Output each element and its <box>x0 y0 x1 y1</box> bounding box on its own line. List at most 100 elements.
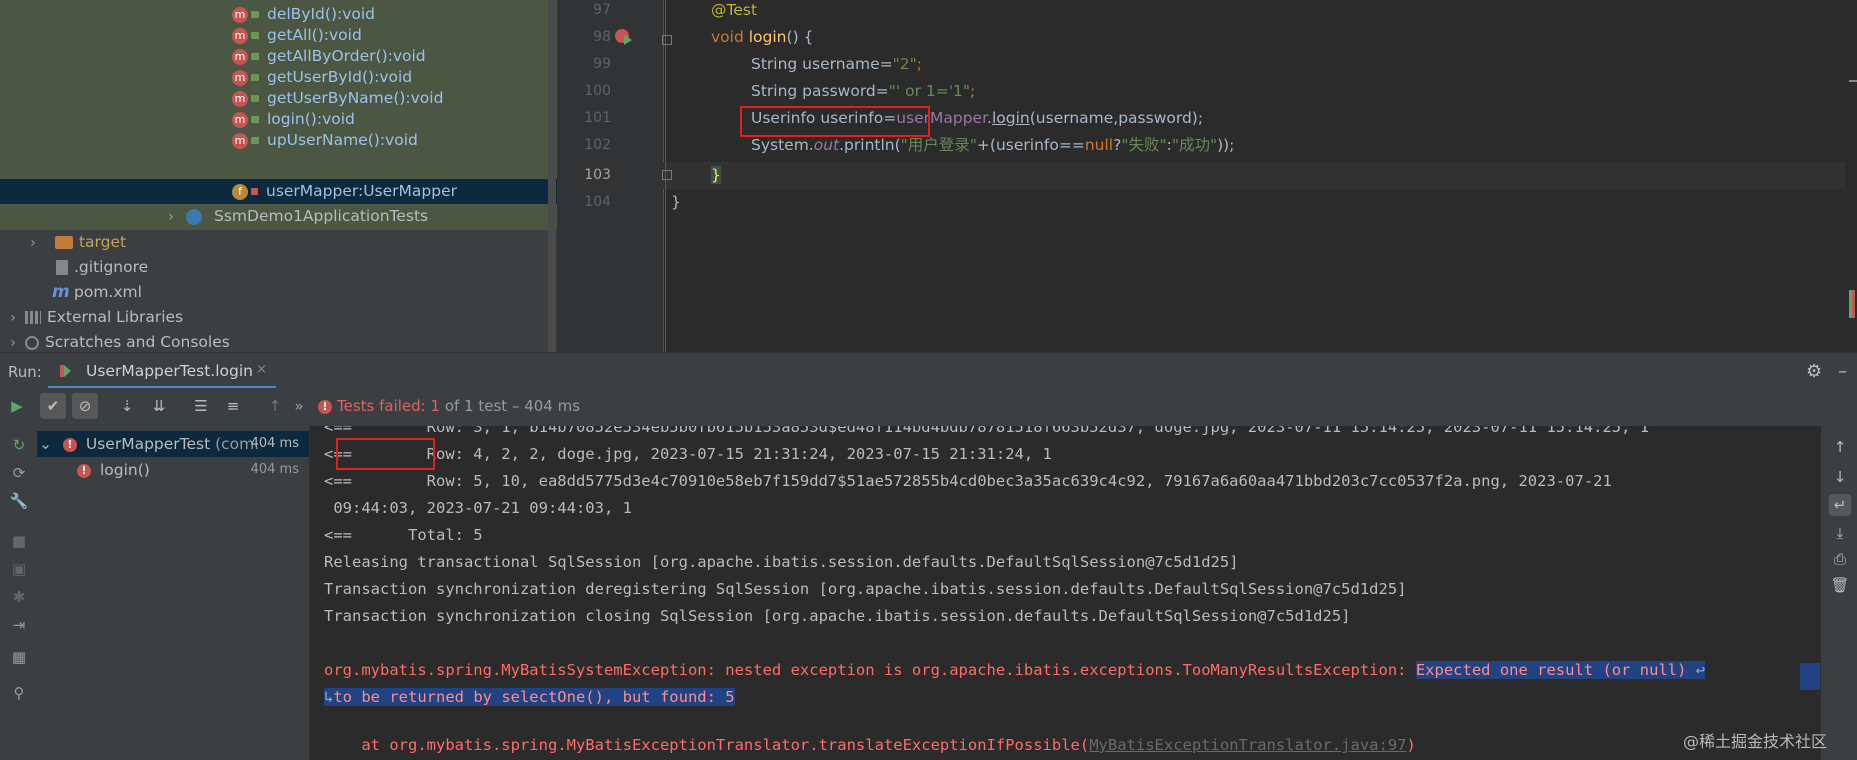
chevron-down-icon[interactable]: ⌄ <box>39 435 52 453</box>
camera-icon[interactable]: ▣ <box>8 558 30 580</box>
string-literal: "用户登录" <box>900 136 977 154</box>
file-label: .gitignore <box>74 258 149 276</box>
watermark-text: @稀土掘金技术社区 <box>1683 732 1828 751</box>
more-icon[interactable]: » <box>286 393 312 419</box>
semicolon: ; <box>969 82 976 100</box>
console-side-toolbar: ↑ ↓ ↵ ⤓ ⎙ 🗑 <box>1821 426 1857 760</box>
public-icon <box>251 32 259 39</box>
exit-icon[interactable]: ⇥ <box>8 614 30 636</box>
string-literal: "失败" <box>1121 136 1167 154</box>
print-icon[interactable]: ⎙ <box>1829 548 1851 570</box>
tree-scrollbar[interactable] <box>548 0 556 352</box>
maven-icon: m <box>52 282 70 302</box>
class-label: SsmDemo1ApplicationTests <box>214 207 429 225</box>
previous-failed-icon[interactable]: ↑ <box>262 393 288 419</box>
console-line-total: <== Total: 5 <box>324 526 483 544</box>
fold-icon[interactable] <box>662 35 672 45</box>
tree-scratches[interactable]: › Scratches and Consoles <box>6 330 230 352</box>
code-text: () { <box>786 28 814 46</box>
private-lock-icon <box>251 188 258 195</box>
method-label: getUserById():void <box>267 68 413 86</box>
console-line: Transaction synchronization closing SqlS… <box>324 607 1351 625</box>
bug-icon[interactable]: ✱ <box>8 586 30 608</box>
public-icon <box>251 74 259 81</box>
status-prefix: Tests failed: <box>337 397 431 415</box>
tree-external-libraries[interactable]: › External Libraries <box>6 305 183 330</box>
tree-method-upusername[interactable]: m upUserName():void <box>232 128 418 153</box>
chevron-right-icon[interactable]: › <box>164 205 178 230</box>
sort-by-duration-icon[interactable]: ⇊ <box>146 393 172 419</box>
editor-gutter[interactable]: 97 98 99 100 101 102 103 104 <box>557 0 664 352</box>
error-icon: ! <box>318 400 332 414</box>
public-icon <box>251 11 259 18</box>
code-text: +(userinfo== <box>976 136 1085 154</box>
pin-icon[interactable]: ⚲ <box>8 682 30 704</box>
line-number: 102 <box>584 137 611 153</box>
run-tool-window-header: Run: UserMapperTest.login × ⚙ – <box>0 352 1857 389</box>
expand-all-icon[interactable]: ☰ <box>188 393 214 419</box>
scroll-to-end-icon[interactable]: ⤓ <box>1829 522 1851 544</box>
line-number: 104 <box>584 194 611 210</box>
selected-text: to be returned by selectOne(), but found… <box>333 688 735 706</box>
scroll-down-icon[interactable]: ↓ <box>1829 466 1851 488</box>
layout-icon[interactable]: ▦ <box>8 646 30 668</box>
folder-icon <box>54 236 73 249</box>
stop-icon[interactable]: ■ <box>8 530 30 552</box>
run-tab-label: UserMapperTest.login <box>86 362 253 380</box>
soft-wrap-toggle-icon[interactable]: ↵ <box>1829 494 1851 516</box>
line-number: 98 <box>593 29 611 45</box>
fold-icon[interactable] <box>662 170 672 180</box>
string-literal: "成功" <box>1171 136 1218 154</box>
console-output[interactable]: <== Row: 3, 1, b14b70852e534eb5b0fb615b1… <box>310 426 1820 760</box>
field-icon: f <box>232 183 248 200</box>
file-label: pom.xml <box>74 283 142 301</box>
scroll-up-icon[interactable]: ↑ <box>1829 436 1851 458</box>
code-line-97: @Test <box>711 0 757 24</box>
code-line-99: String username="2"; <box>751 51 922 78</box>
semicolon: ; <box>916 55 923 73</box>
exception-line: org.mybatis.spring.MyBatisSystemExceptio… <box>324 657 1706 684</box>
stack-trace-line: at org.mybatis.spring.MyBatisExceptionTr… <box>324 732 1416 759</box>
project-tree: m delById():void m getAll():void m getAllBy… <box>0 0 557 352</box>
library-label: External Libraries <box>46 308 184 326</box>
failed-test-icon: ! <box>62 437 77 452</box>
tree-class-ssmdemo1applicationtests[interactable]: › SsmDemo1ApplicationTests <box>164 204 428 229</box>
clear-all-icon[interactable]: 🗑 <box>1829 574 1851 596</box>
public-icon <box>251 116 259 123</box>
show-ignored-icon[interactable]: ⊘ <box>72 393 98 419</box>
chevron-right-icon[interactable]: › <box>6 306 20 331</box>
tree-file-gitignore[interactable]: .gitignore <box>56 255 148 280</box>
tree-file-pom[interactable]: m pom.xml <box>52 280 142 305</box>
rerun-icon[interactable]: ▶ <box>4 393 30 419</box>
editor-stripe-mark-red <box>1852 290 1855 318</box>
method-label: getAll():void <box>267 26 362 44</box>
soft-wrap-continuation-icon: ↳ <box>324 688 334 706</box>
public-icon <box>251 53 259 60</box>
test-method-row[interactable]: ! login() 404 ms <box>37 457 309 483</box>
run-test-icon[interactable] <box>624 35 632 45</box>
code-line-104: } <box>671 189 681 216</box>
chevron-right-icon[interactable]: › <box>26 231 40 256</box>
chevron-right-icon[interactable]: › <box>6 331 20 352</box>
tree-folder-target[interactable]: › target <box>26 230 126 255</box>
library-icon <box>24 311 41 324</box>
test-class-row[interactable]: ⌄ ! UserMapperTest (com. 404 ms <box>37 431 309 457</box>
status-failed-count: 1 <box>430 397 441 415</box>
tree-field-usermapper[interactable]: f userMapper:UserMapper <box>0 179 557 204</box>
minimize-icon[interactable]: – <box>1838 361 1847 382</box>
run-tab[interactable]: UserMapperTest.login × <box>48 353 276 389</box>
rerun-failed-icon[interactable]: ↻ <box>8 434 30 456</box>
close-tab-icon[interactable]: × <box>256 362 267 377</box>
gear-icon[interactable]: ⚙ <box>1806 361 1822 382</box>
field-label: userMapper:UserMapper <box>266 182 458 200</box>
wrench-icon[interactable]: 🔧 <box>8 490 30 512</box>
source-link[interactable]: MyBatisExceptionTranslator.java:97 <box>1089 736 1406 754</box>
toggle-auto-test-icon[interactable]: ⟳ <box>8 462 30 484</box>
show-passed-icon[interactable]: ✔ <box>40 393 66 419</box>
console-line: <== Row: 5, 10, ea8dd5775d3e4c70910e58eb… <box>324 472 1612 490</box>
exception-line-continued: ↳to be returned by selectOne(), but foun… <box>324 684 735 711</box>
sort-alphabetically-icon[interactable]: ⇣ <box>114 393 140 419</box>
gitignore-file-icon <box>56 260 68 275</box>
collapse-all-icon[interactable]: ≡ <box>220 393 246 419</box>
console-line: <== Row: 3, 1, b14b70852e534eb5b0fb615b1… <box>324 426 1650 436</box>
